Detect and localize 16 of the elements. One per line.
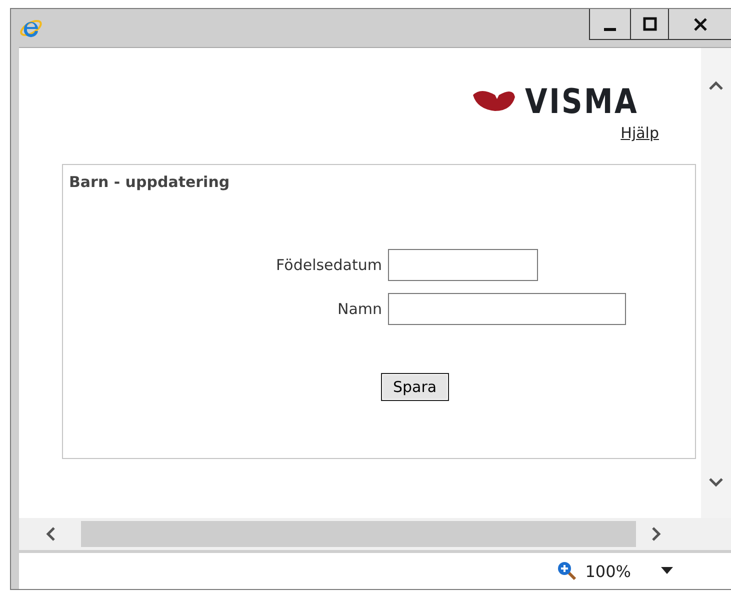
maximize-icon — [642, 17, 656, 31]
visma-logo: VISMA — [471, 84, 659, 120]
input-field[interactable] — [388, 249, 538, 281]
save-button[interactable]: Spara — [381, 373, 449, 401]
vertical-scrollbar[interactable] — [701, 48, 731, 518]
field-label: Namn — [336, 300, 382, 318]
dropdown-caret-icon[interactable] — [661, 567, 673, 575]
zoom-icon[interactable] — [557, 561, 578, 581]
zoom-level[interactable]: 100% — [585, 562, 631, 580]
close-icon — [694, 18, 706, 30]
horizontal-scrollbar[interactable] — [19, 518, 731, 550]
form-title: Barn - uppdatering — [69, 173, 231, 191]
help-link[interactable]: Hjälp — [620, 124, 659, 142]
field-label: Födelsedatum — [275, 256, 382, 274]
minimize-icon — [604, 28, 616, 30]
input-field[interactable] — [388, 293, 626, 325]
